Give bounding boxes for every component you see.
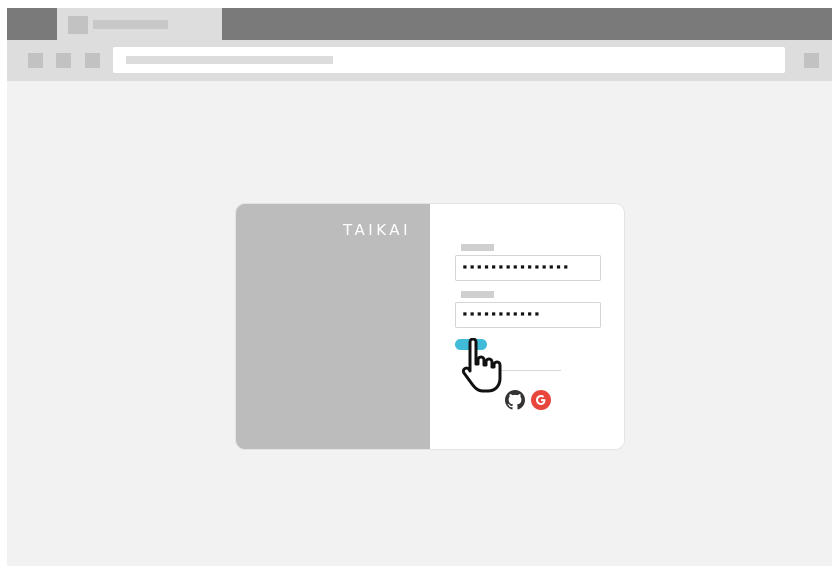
browser-tab[interactable] — [57, 8, 222, 40]
browser-toolbar — [7, 40, 832, 81]
reload-icon[interactable] — [85, 53, 100, 68]
tab-strip — [7, 8, 832, 40]
taikai-logo: TAIKAI — [343, 221, 411, 239]
login-form: ▪▪▪▪▪▪▪▪▪▪▪▪▪▪▪ ▪▪▪▪▪▪▪▪▪▪▪ — [430, 204, 624, 449]
password-field[interactable]: ▪▪▪▪▪▪▪▪▪▪▪ — [455, 302, 601, 328]
favicon-icon — [68, 16, 88, 34]
menu-icon[interactable] — [804, 53, 819, 68]
username-label-placeholder — [461, 244, 494, 251]
url-placeholder — [126, 56, 333, 64]
forward-icon[interactable] — [56, 53, 71, 68]
back-icon[interactable] — [28, 53, 43, 68]
login-card: TAIKAI ▪▪▪▪▪▪▪▪▪▪▪▪▪▪▪ ▪▪▪▪▪▪▪▪▪▪▪ — [235, 203, 625, 450]
address-bar[interactable] — [113, 47, 785, 73]
hand-pointer-cursor — [461, 338, 502, 393]
github-icon[interactable] — [505, 390, 525, 410]
password-label-placeholder — [461, 291, 494, 298]
tab-title-placeholder — [93, 20, 168, 29]
username-field[interactable]: ▪▪▪▪▪▪▪▪▪▪▪▪▪▪▪ — [455, 255, 601, 281]
browser-window: TAIKAI ▪▪▪▪▪▪▪▪▪▪▪▪▪▪▪ ▪▪▪▪▪▪▪▪▪▪▪ — [7, 8, 832, 566]
google-icon[interactable] — [531, 390, 551, 410]
brand-panel: TAIKAI — [236, 204, 430, 449]
